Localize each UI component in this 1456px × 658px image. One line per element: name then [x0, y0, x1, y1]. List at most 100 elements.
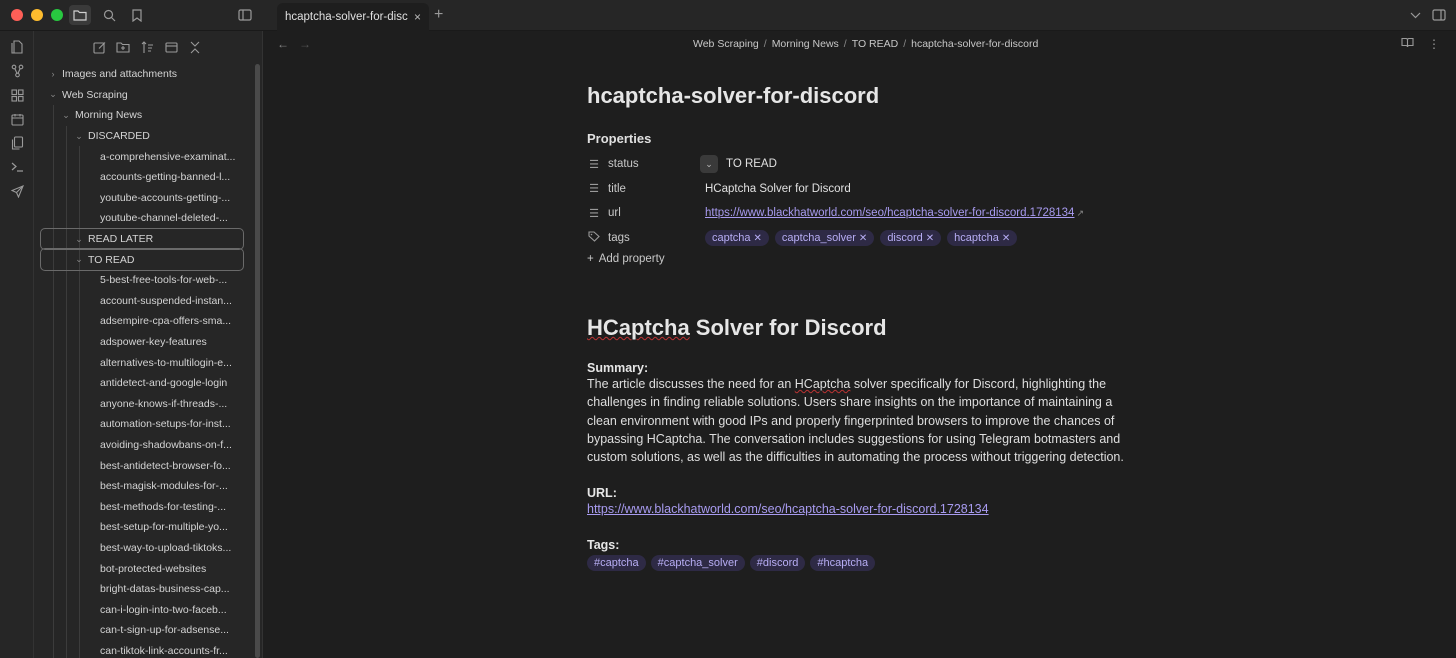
status-value[interactable]: TO READ [726, 158, 777, 170]
file-item[interactable]: accounts-getting-banned-l... [34, 167, 254, 188]
file-item[interactable]: adspower-key-features [34, 332, 254, 353]
chevron-down-icon[interactable]: ⌄ [74, 131, 84, 142]
folder-item[interactable]: › Images and attachments [34, 64, 254, 85]
copy-icon[interactable] [9, 135, 25, 151]
folder-item[interactable]: ⌄ Morning News [34, 105, 254, 126]
property-key[interactable]: tags [608, 232, 700, 244]
file-item[interactable]: adsempire-cpa-offers-sma... [34, 311, 254, 332]
tree-item-label: best-magisk-modules-for-... [100, 480, 228, 493]
new-note-icon[interactable] [91, 39, 107, 55]
chevron-down-icon[interactable]: ⌄ [61, 110, 71, 121]
file-item[interactable]: bright-datas-business-cap... [34, 579, 254, 600]
url-value-link[interactable]: https://www.blackhatworld.com/seo/hcaptc… [705, 207, 1074, 219]
file-item[interactable]: best-antidetect-browser-fo... [34, 455, 254, 476]
send-icon[interactable] [9, 183, 25, 199]
hashtag[interactable]: #captcha [587, 554, 646, 571]
file-item[interactable]: a-comprehensive-examinat... [34, 146, 254, 167]
folder-icon[interactable] [69, 5, 91, 25]
properties-heading[interactable]: Properties [587, 131, 1127, 146]
remove-tag-icon[interactable]: ✕ [754, 233, 762, 244]
url-section: URL: https://www.blackhatworld.com/seo/h… [587, 486, 1127, 518]
remove-tag-icon[interactable]: ✕ [926, 233, 934, 244]
graph-icon[interactable] [9, 63, 25, 79]
summary-text[interactable]: The article discusses the need for an HC… [587, 375, 1127, 466]
tag-pill[interactable]: captcha ✕ [705, 229, 769, 246]
close-window-button[interactable] [11, 9, 23, 21]
tab-note[interactable]: hcaptcha-solver-for-disc × [277, 3, 429, 31]
file-item[interactable]: alternatives-to-multilogin-e... [34, 352, 254, 373]
hashtag[interactable]: #discord [749, 554, 806, 571]
calendar-icon[interactable] [9, 111, 25, 127]
new-folder-icon[interactable] [115, 39, 131, 55]
zoom-window-button[interactable] [51, 9, 63, 21]
right-sidebar-toggle-icon[interactable] [1428, 5, 1450, 25]
folder-item[interactable]: ⌄ DISCARDED [34, 126, 254, 147]
file-item[interactable]: youtube-channel-deleted-... [34, 208, 254, 229]
minimize-window-button[interactable] [31, 9, 43, 21]
file-item[interactable]: best-magisk-modules-for-... [34, 476, 254, 497]
grid-icon[interactable] [9, 87, 25, 103]
folder-item[interactable]: ⌄ Web Scraping [34, 85, 254, 106]
add-property-button[interactable]: + Add property [587, 253, 1127, 265]
chevron-down-icon[interactable]: ⌄ [74, 254, 84, 265]
file-item[interactable]: automation-setups-for-inst... [34, 414, 254, 435]
collapse-all-icon[interactable] [187, 39, 203, 55]
back-arrow-icon[interactable]: ← [277, 37, 289, 51]
chevron-down-icon[interactable]: ⌄ [74, 234, 84, 245]
remove-tag-icon[interactable]: ✕ [1002, 233, 1010, 244]
tag-pill[interactable]: captcha_solver ✕ [774, 229, 875, 246]
add-property-label: Add property [598, 253, 665, 265]
property-status: ☰ status ⌄ TO READ [587, 152, 1127, 177]
forward-arrow-icon[interactable]: → [299, 37, 311, 51]
file-item[interactable]: youtube-accounts-getting-... [34, 188, 254, 209]
explorer-scrollbar[interactable] [255, 64, 260, 658]
terminal-icon[interactable] [9, 159, 25, 175]
property-key[interactable]: status [608, 158, 700, 170]
chevron-down-icon[interactable]: ⌄ [48, 89, 58, 100]
property-key[interactable]: title [608, 183, 700, 195]
more-options-icon[interactable]: ⋮ [1428, 37, 1440, 51]
file-item[interactable]: bot-protected-websites [34, 558, 254, 579]
chevron-right-icon[interactable]: › [48, 69, 58, 79]
sort-icon[interactable] [139, 39, 155, 55]
property-key[interactable]: url [608, 207, 700, 219]
close-tab-icon[interactable]: × [414, 10, 421, 24]
chevron-down-icon[interactable]: ⌄ [700, 155, 718, 174]
folder-item[interactable]: ⌄ READ LATER [40, 227, 244, 251]
file-item[interactable]: best-setup-for-multiple-yo... [34, 517, 254, 538]
url-link[interactable]: https://www.blackhatworld.com/seo/hcaptc… [587, 502, 989, 516]
file-item[interactable]: can-t-sign-up-for-adsense... [34, 620, 254, 641]
tag-pill[interactable]: hcaptcha ✕ [947, 229, 1018, 246]
expand-all-icon[interactable] [163, 39, 179, 55]
file-item[interactable]: can-i-login-into-two-faceb... [34, 599, 254, 620]
file-item[interactable]: antidetect-and-google-login [34, 373, 254, 394]
new-tab-button[interactable]: + [434, 6, 443, 24]
search-icon[interactable] [98, 5, 120, 25]
file-item[interactable]: avoiding-shadowbans-on-f... [34, 435, 254, 456]
breadcrumb-item[interactable]: Morning News [772, 38, 839, 50]
hashtag[interactable]: #captcha_solver [650, 554, 745, 571]
note-heading[interactable]: HCaptcha Solver for Discord [587, 315, 1127, 341]
file-item[interactable]: account-suspended-instan... [34, 291, 254, 312]
summary-section: Summary: The article discusses the need … [587, 361, 1127, 466]
hashtag[interactable]: #hcaptcha [810, 554, 876, 571]
note-title[interactable]: hcaptcha-solver-for-discord [587, 83, 1127, 109]
files-icon[interactable] [9, 39, 25, 55]
breadcrumb-item[interactable]: hcaptcha-solver-for-discord [911, 38, 1038, 50]
folder-item[interactable]: ⌄ TO READ [40, 248, 244, 271]
tag-pill[interactable]: discord ✕ [880, 229, 942, 246]
file-item[interactable]: best-methods-for-testing-... [34, 496, 254, 517]
file-item[interactable]: anyone-knows-if-threads-... [34, 394, 254, 415]
reading-view-icon[interactable] [1401, 37, 1414, 51]
chevron-down-icon[interactable] [1404, 5, 1426, 25]
file-tree: › Images and attachments ⌄ Web Scraping ⌄ Mor… [34, 64, 254, 658]
title-value[interactable]: HCaptcha Solver for Discord [705, 183, 851, 195]
breadcrumb-item[interactable]: TO READ [852, 38, 898, 50]
breadcrumb-item[interactable]: Web Scraping [693, 38, 759, 50]
file-item[interactable]: 5-best-free-tools-for-web-... [34, 270, 254, 291]
remove-tag-icon[interactable]: ✕ [859, 233, 867, 244]
sidebar-toggle-icon[interactable] [234, 5, 256, 25]
file-item[interactable]: best-way-to-upload-tiktoks... [34, 538, 254, 559]
file-item[interactable]: can-tiktok-link-accounts-fr... [34, 641, 254, 658]
bookmark-icon[interactable] [126, 5, 148, 25]
